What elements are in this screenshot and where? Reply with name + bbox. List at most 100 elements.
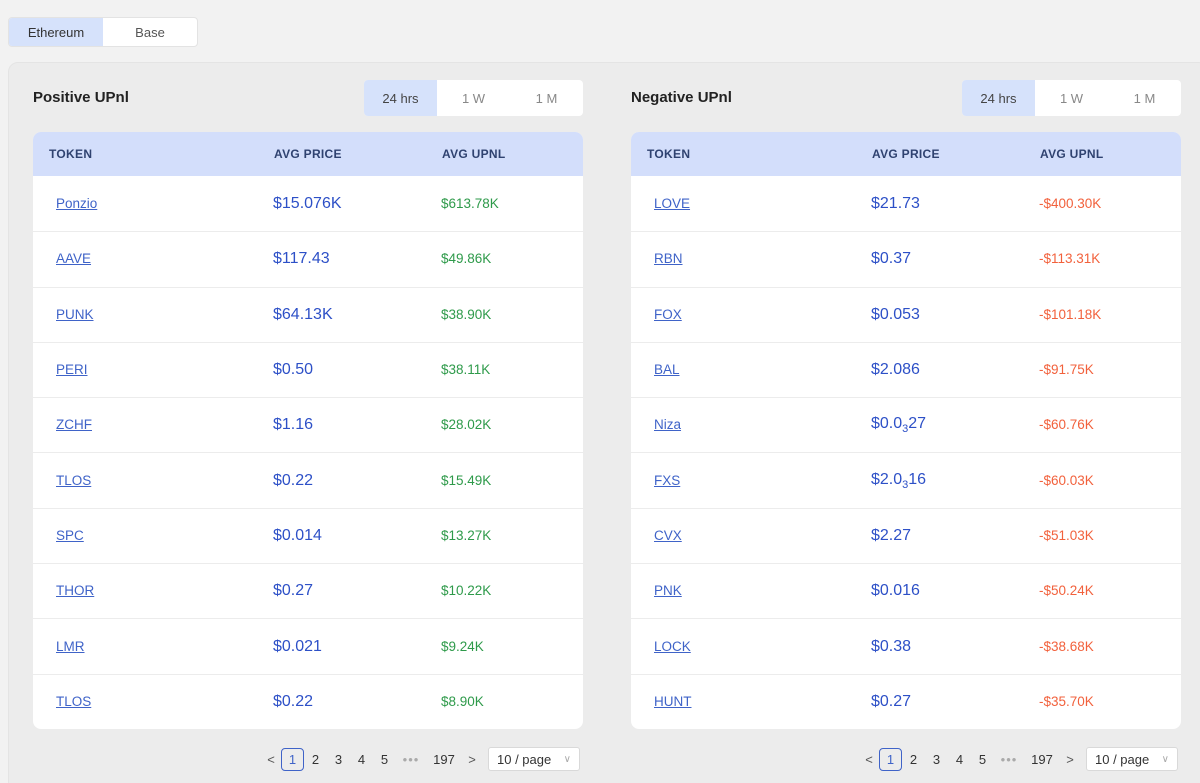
token-link[interactable]: CVX bbox=[654, 528, 682, 543]
page-button-2[interactable]: 2 bbox=[902, 748, 925, 771]
avg-price-value: $2.0316 bbox=[871, 470, 926, 491]
token-link[interactable]: LMR bbox=[56, 639, 85, 654]
token-link[interactable]: SPC bbox=[56, 528, 84, 543]
table-row: PUNK $64.13K $38.90K bbox=[33, 286, 583, 342]
avg-price-value: $0.27 bbox=[273, 582, 314, 600]
avg-upnl-cell: $28.02K bbox=[441, 416, 583, 434]
avg-price-value: $64.13K bbox=[273, 305, 333, 323]
avg-price-cell: $0.021 bbox=[273, 638, 441, 656]
prev-page-button[interactable]: < bbox=[859, 748, 879, 771]
avg-price-value: $21.73 bbox=[871, 194, 920, 212]
token-link[interactable]: Niza bbox=[654, 417, 681, 432]
table-row: RBN $0.37 -$113.31K bbox=[631, 231, 1181, 286]
token-cell: PNK bbox=[631, 582, 871, 600]
avg-upnl-value: $38.11K bbox=[441, 362, 491, 378]
token-link[interactable]: PUNK bbox=[56, 307, 94, 322]
next-page-button[interactable]: > bbox=[1060, 748, 1080, 771]
token-cell: SPC bbox=[33, 527, 273, 545]
page-button-1[interactable]: 1 bbox=[281, 747, 304, 771]
table-row: HUNT $0.27 -$35.70K bbox=[631, 673, 1181, 729]
next-page-button[interactable]: > bbox=[462, 748, 482, 771]
pagination: <1 2 3 4 5 ••• 197 >10 / page ∨ bbox=[261, 747, 580, 771]
table-row: TLOS $0.22 $15.49K bbox=[33, 452, 583, 507]
page-button-1[interactable]: 1 bbox=[879, 747, 902, 771]
token-cell: PERI bbox=[33, 361, 273, 379]
avg-price-value: $2.086 bbox=[871, 361, 920, 379]
token-link[interactable]: TLOS bbox=[56, 694, 91, 709]
avg-price-cell: $0.38 bbox=[871, 638, 1039, 656]
token-cell: THOR bbox=[33, 582, 273, 600]
avg-upnl-cell: $13.27K bbox=[441, 527, 583, 545]
token-link[interactable]: BAL bbox=[654, 362, 680, 377]
page-button-4[interactable]: 4 bbox=[948, 748, 971, 771]
page-button-last[interactable]: 197 bbox=[426, 748, 462, 771]
avg-upnl-value: -$113.31K bbox=[1039, 251, 1101, 267]
tab-1-week[interactable]: 1 W bbox=[437, 80, 510, 116]
avg-price-value: $2.27 bbox=[871, 526, 912, 544]
token-link[interactable]: LOCK bbox=[654, 639, 691, 654]
price-prefix: $2.0 bbox=[871, 470, 903, 488]
token-link[interactable]: HUNT bbox=[654, 694, 692, 709]
token-link[interactable]: THOR bbox=[56, 583, 94, 598]
avg-price-value: $117.43 bbox=[273, 250, 330, 268]
token-link[interactable]: RBN bbox=[654, 251, 683, 266]
price-suffix: 27 bbox=[908, 415, 927, 433]
token-link[interactable]: FXS bbox=[654, 473, 680, 488]
token-link[interactable]: PNK bbox=[654, 583, 682, 598]
page-button-last[interactable]: 197 bbox=[1024, 748, 1060, 771]
tab-ethereum[interactable]: Ethereum bbox=[9, 18, 103, 46]
avg-upnl-cell: -$50.24K bbox=[1039, 582, 1181, 600]
tab-1-week[interactable]: 1 W bbox=[1035, 80, 1108, 116]
more-pages-ellipsis[interactable]: ••• bbox=[396, 748, 426, 771]
avg-upnl-cell: $38.90K bbox=[441, 306, 583, 324]
page-button-3[interactable]: 3 bbox=[925, 748, 948, 771]
avg-price-cell: $64.13K bbox=[273, 306, 441, 324]
page-button-3[interactable]: 3 bbox=[327, 748, 350, 771]
avg-price-cell: $0.27 bbox=[273, 582, 441, 600]
section-title: Positive UPnl bbox=[33, 89, 129, 106]
avg-price-cell: $117.43 bbox=[273, 250, 441, 268]
avg-price-cell: $21.73 bbox=[871, 195, 1039, 213]
avg-upnl-cell: $38.11K bbox=[441, 361, 583, 379]
tab-24-hrs[interactable]: 24 hrs bbox=[962, 80, 1035, 116]
page-button-4[interactable]: 4 bbox=[350, 748, 373, 771]
tab-1-month[interactable]: 1 M bbox=[1108, 80, 1181, 116]
section-title: Negative UPnl bbox=[631, 89, 732, 106]
avg-price-value: $0.38 bbox=[871, 637, 912, 655]
page-button-5[interactable]: 5 bbox=[373, 748, 396, 771]
more-pages-ellipsis[interactable]: ••• bbox=[994, 748, 1024, 771]
token-link[interactable]: Ponzio bbox=[56, 196, 97, 211]
token-link[interactable]: TLOS bbox=[56, 473, 91, 488]
chain-tabs: Ethereum Base bbox=[8, 17, 198, 47]
avg-upnl-cell: -$35.70K bbox=[1039, 693, 1181, 711]
tab-24-hrs[interactable]: 24 hrs bbox=[364, 80, 437, 116]
tab-1-month[interactable]: 1 M bbox=[510, 80, 583, 116]
avg-upnl-value: -$35.70K bbox=[1039, 693, 1094, 709]
page-size-select[interactable]: 10 / page ∨ bbox=[1086, 747, 1178, 771]
avg-price-cell: $2.0316 bbox=[871, 471, 1039, 491]
tab-base[interactable]: Base bbox=[103, 18, 197, 46]
page-button-5[interactable]: 5 bbox=[971, 748, 994, 771]
avg-upnl-cell: -$101.18K bbox=[1039, 306, 1181, 324]
avg-price-value: $0.22 bbox=[273, 471, 314, 489]
positive-upnl-table: TOKEN AVG PRICE AVG UPNL Ponzio $15.076K $… bbox=[33, 132, 583, 729]
page-size-value: 10 / page bbox=[1095, 751, 1150, 767]
avg-price-value: $0.50 bbox=[273, 361, 314, 379]
avg-upnl-value: -$400.30K bbox=[1039, 195, 1102, 211]
avg-upnl-cell: -$91.75K bbox=[1039, 361, 1181, 379]
table-row: LOCK $0.38 -$38.68K bbox=[631, 618, 1181, 673]
page-button-2[interactable]: 2 bbox=[304, 748, 327, 771]
table-row: SPC $0.014 $13.27K bbox=[33, 507, 583, 563]
token-link[interactable]: ZCHF bbox=[56, 417, 92, 432]
token-link[interactable]: LOVE bbox=[654, 196, 690, 211]
chevron-down-icon: ∨ bbox=[1161, 753, 1169, 765]
prev-page-button[interactable]: < bbox=[261, 748, 281, 771]
token-link[interactable]: AAVE bbox=[56, 251, 91, 266]
token-link[interactable]: PERI bbox=[56, 362, 88, 377]
avg-price-cell: $1.16 bbox=[273, 416, 441, 434]
page-size-select[interactable]: 10 / page ∨ bbox=[488, 747, 580, 771]
pagination: <1 2 3 4 5 ••• 197 >10 / page ∨ bbox=[859, 747, 1178, 771]
avg-upnl-value: -$38.68K bbox=[1039, 638, 1094, 654]
token-link[interactable]: FOX bbox=[654, 307, 682, 322]
avg-price-cell: $0.27 bbox=[871, 693, 1039, 711]
